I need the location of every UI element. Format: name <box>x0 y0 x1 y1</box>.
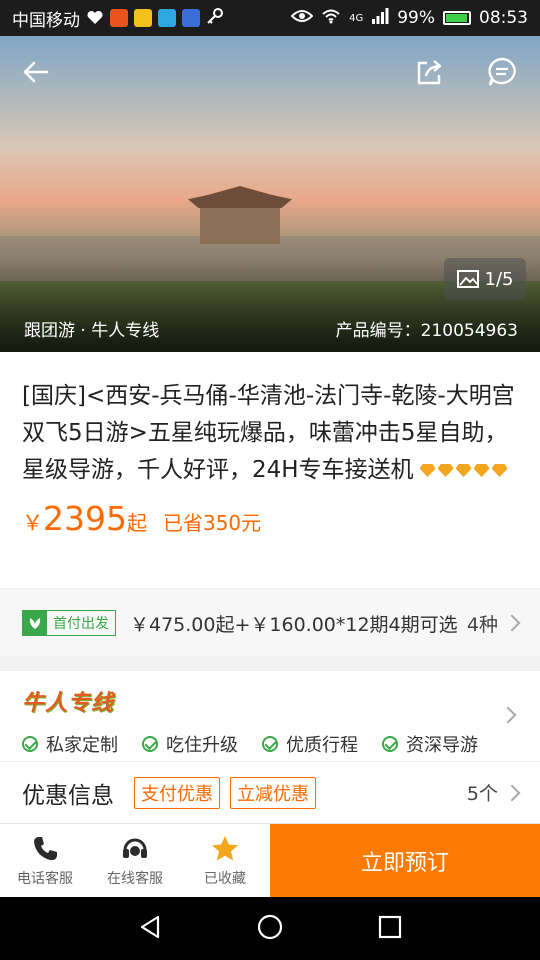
telegram-icon <box>158 9 176 27</box>
saved-amount: 已省350元 <box>162 511 262 535</box>
favorite-button[interactable]: 已收藏 <box>180 824 270 897</box>
feature-item: 资深导游 <box>382 731 478 757</box>
online-service-label: 在线客服 <box>107 870 163 887</box>
installment-text: ￥475.00起+￥160.00*12期4期可选 <box>130 613 458 636</box>
phone-service-button[interactable]: 电话客服 <box>0 824 90 897</box>
feature-label: 资深导游 <box>406 735 478 756</box>
installment-badge: 首付出发 <box>22 610 116 636</box>
battery-percent: 99% <box>397 8 435 28</box>
promo-tag-discount: 立减优惠 <box>230 776 316 809</box>
system-nav-bar <box>0 897 540 960</box>
triangle-back-icon <box>140 915 160 938</box>
feature-label: 私家定制 <box>46 735 118 756</box>
feature-item: 吃住升级 <box>142 731 238 757</box>
feature-label: 吃住升级 <box>166 735 238 756</box>
promo-count: 5个 <box>466 783 498 805</box>
product-title-block: [国庆]<西安-兵马俑-华清池-法门寺-乾陵-大明宫双飞5日游>五星纯玩爆品，味… <box>22 378 518 489</box>
carrier-label: 中国移动 <box>12 10 80 31</box>
promo-row[interactable]: 优惠信息 支付优惠 立减优惠 5个 <box>0 761 540 823</box>
installment-row[interactable]: 首付出发 ￥475.00起+￥160.00*12期4期可选 4种 <box>0 590 540 656</box>
headset-icon <box>123 838 147 858</box>
feature-list: 私家定制 吃住升级 优质行程 资深导游 <box>22 731 518 757</box>
hero-tower-roof <box>188 186 292 208</box>
diamond-icon <box>491 464 508 477</box>
features-section[interactable]: 牛人专线 私家定制 吃住升级 优质行程 资深导游 <box>0 671 540 761</box>
hero-tower <box>200 204 280 244</box>
diamond-icon <box>437 464 454 477</box>
app-notification-icon <box>110 9 128 27</box>
installment-badge-label: 首付出发 <box>53 616 109 632</box>
network-type-label: 4G <box>349 12 364 24</box>
product-code: 产品编号：210054963 <box>335 321 518 341</box>
star-icon <box>212 835 238 860</box>
diamond-rating <box>419 464 508 477</box>
share-button[interactable] <box>408 50 452 94</box>
file-app-icon <box>182 9 200 27</box>
feature-label: 优质行程 <box>286 735 358 756</box>
feature-item: 私家定制 <box>22 731 118 757</box>
circle-home-icon <box>257 914 283 939</box>
phone-icon <box>34 836 57 860</box>
eye-icon <box>290 8 314 28</box>
promo-tag-payment: 支付优惠 <box>134 776 220 809</box>
share-icon <box>417 60 442 85</box>
book-now-button[interactable]: 立即预订 <box>270 824 540 898</box>
feature-item: 优质行程 <box>262 731 358 757</box>
check-circle-icon <box>22 736 38 752</box>
price-value: 2395 <box>43 499 127 538</box>
diamond-icon <box>455 464 472 477</box>
chevron-right-icon <box>503 614 521 632</box>
square-recents-icon <box>378 915 402 938</box>
photo-app-icon <box>134 9 152 27</box>
price-currency: ￥ <box>22 511 43 535</box>
promo-title: 优惠信息 <box>22 782 114 809</box>
bottom-action-bar: 电话客服 在线客服 已收藏 立即预订 <box>0 823 540 898</box>
price-suffix: 起 <box>126 511 147 535</box>
chat-icon <box>488 57 516 86</box>
wifi-icon <box>321 8 341 29</box>
product-info: [国庆]<西安-兵马俑-华清池-法门寺-乾陵-大明宫双飞5日游>五星纯玩爆品，味… <box>0 352 540 588</box>
check-circle-icon <box>382 736 398 752</box>
back-arrow-icon <box>23 61 49 83</box>
clock: 08:53 <box>479 8 528 28</box>
installment-count: 4种 <box>466 613 498 636</box>
gallery-icon <box>456 270 479 288</box>
brand-logo: 牛人专线 <box>22 691 115 716</box>
signal-icon <box>371 7 389 29</box>
nav-back-button[interactable] <box>136 913 164 945</box>
diamond-icon <box>419 464 436 477</box>
image-counter-text: 1/5 <box>484 268 514 290</box>
nav-home-button[interactable] <box>256 913 284 945</box>
back-button[interactable] <box>14 50 58 94</box>
screen: 中国移动 4G 99% 08:53 1/5 跟团游 · 牛人专线 产品编号：21… <box>0 0 540 960</box>
price-row: ￥ 2395 起 已省350元 <box>22 499 518 538</box>
nav-recents-button[interactable] <box>376 913 404 945</box>
image-counter: 1/5 <box>444 258 526 300</box>
favorite-label: 已收藏 <box>204 870 246 887</box>
online-service-button[interactable]: 在线客服 <box>90 824 180 897</box>
key-icon <box>206 7 224 30</box>
tour-type-label: 跟团游 · 牛人专线 <box>24 321 160 341</box>
battery-icon <box>443 11 471 25</box>
leaf-icon <box>23 611 47 635</box>
diamond-icon <box>473 464 490 477</box>
status-bar: 中国移动 4G 99% 08:53 <box>0 0 540 36</box>
check-circle-icon <box>142 736 158 752</box>
heart-rate-icon <box>86 9 104 27</box>
message-button[interactable] <box>480 50 524 94</box>
phone-service-label: 电话客服 <box>17 870 73 887</box>
check-circle-icon <box>262 736 278 752</box>
hero-image[interactable]: 1/5 跟团游 · 牛人专线 产品编号：210054963 <box>0 36 540 352</box>
chevron-right-icon <box>503 784 521 801</box>
